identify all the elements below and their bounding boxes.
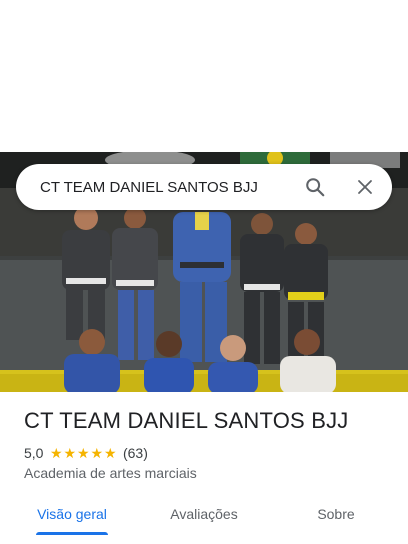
star-icon: ★: [63, 445, 76, 461]
place-title: CT TEAM DANIEL SANTOS BJJ: [24, 408, 349, 433]
tab-about[interactable]: Sobre: [282, 492, 390, 536]
star-icon: ★: [90, 445, 103, 461]
map-placeholder-area: [0, 0, 408, 152]
star-icon: ★: [49, 445, 63, 461]
tab-reviews[interactable]: Avaliações: [150, 492, 258, 536]
star-icon: ★: [103, 445, 117, 461]
search-bar[interactable]: CT TEAM DANIEL SANTOS BJJ: [16, 164, 392, 210]
search-input[interactable]: CT TEAM DANIEL SANTOS BJJ: [40, 179, 302, 196]
rating-value: 5,0: [24, 445, 44, 461]
close-icon[interactable]: [352, 174, 378, 200]
place-tabs: Visão geral Avaliações Sobre: [0, 492, 408, 544]
review-count[interactable]: (63): [123, 445, 148, 461]
place-category: Academia de artes marciais: [24, 465, 197, 481]
rating-row[interactable]: 5,0 ★ ★ ★ ★ ★ (63): [24, 444, 148, 462]
star-icon: ★: [76, 445, 90, 461]
active-tab-indicator: [36, 532, 108, 535]
tab-overview[interactable]: Visão geral: [18, 492, 126, 536]
search-icon[interactable]: [302, 174, 328, 200]
star-rating: ★ ★ ★ ★ ★: [49, 446, 117, 460]
